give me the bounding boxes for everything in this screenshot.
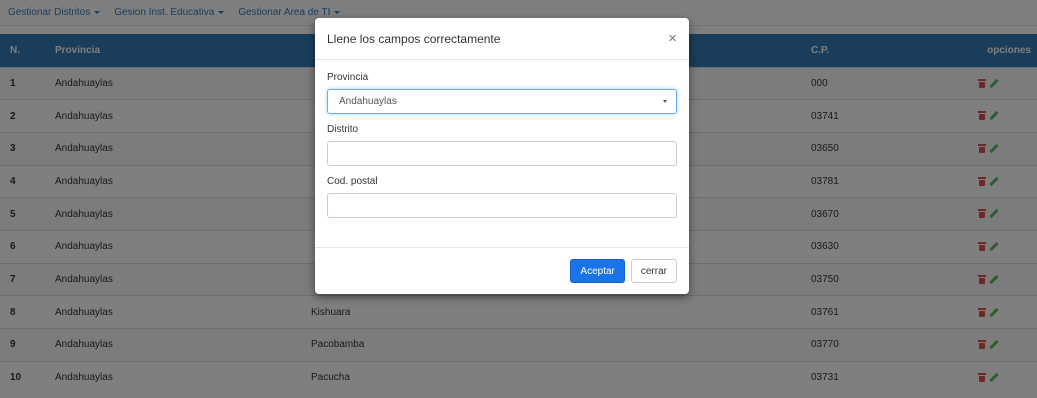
provincia-select[interactable]: Andahuaylas (327, 89, 677, 114)
modal-body: Provincia Andahuaylas Distrito Cod. post… (315, 60, 689, 218)
close-icon[interactable]: × (668, 31, 677, 46)
modal-title: Llene los campos correctamente (327, 31, 501, 46)
distrito-group: Distrito (327, 124, 677, 166)
close-button[interactable]: cerrar (630, 259, 677, 283)
modal-header: Llene los campos correctamente × (315, 18, 689, 60)
accept-button[interactable]: Aceptar (570, 259, 625, 283)
codpostal-label: Cod. postal (327, 176, 378, 187)
codpostal-group: Cod. postal (327, 176, 677, 218)
provincia-group: Provincia Andahuaylas (327, 72, 677, 114)
provincia-label: Provincia (327, 72, 369, 83)
distrito-input[interactable] (327, 141, 677, 166)
modal-footer: Aceptar cerrar (315, 247, 689, 294)
distrito-label: Distrito (327, 124, 359, 135)
select-arrow-icon (663, 100, 667, 103)
edit-district-modal: Llene los campos correctamente × Provinc… (315, 18, 689, 294)
provincia-selected-value: Andahuaylas (339, 96, 397, 107)
codpostal-input[interactable] (327, 193, 677, 218)
